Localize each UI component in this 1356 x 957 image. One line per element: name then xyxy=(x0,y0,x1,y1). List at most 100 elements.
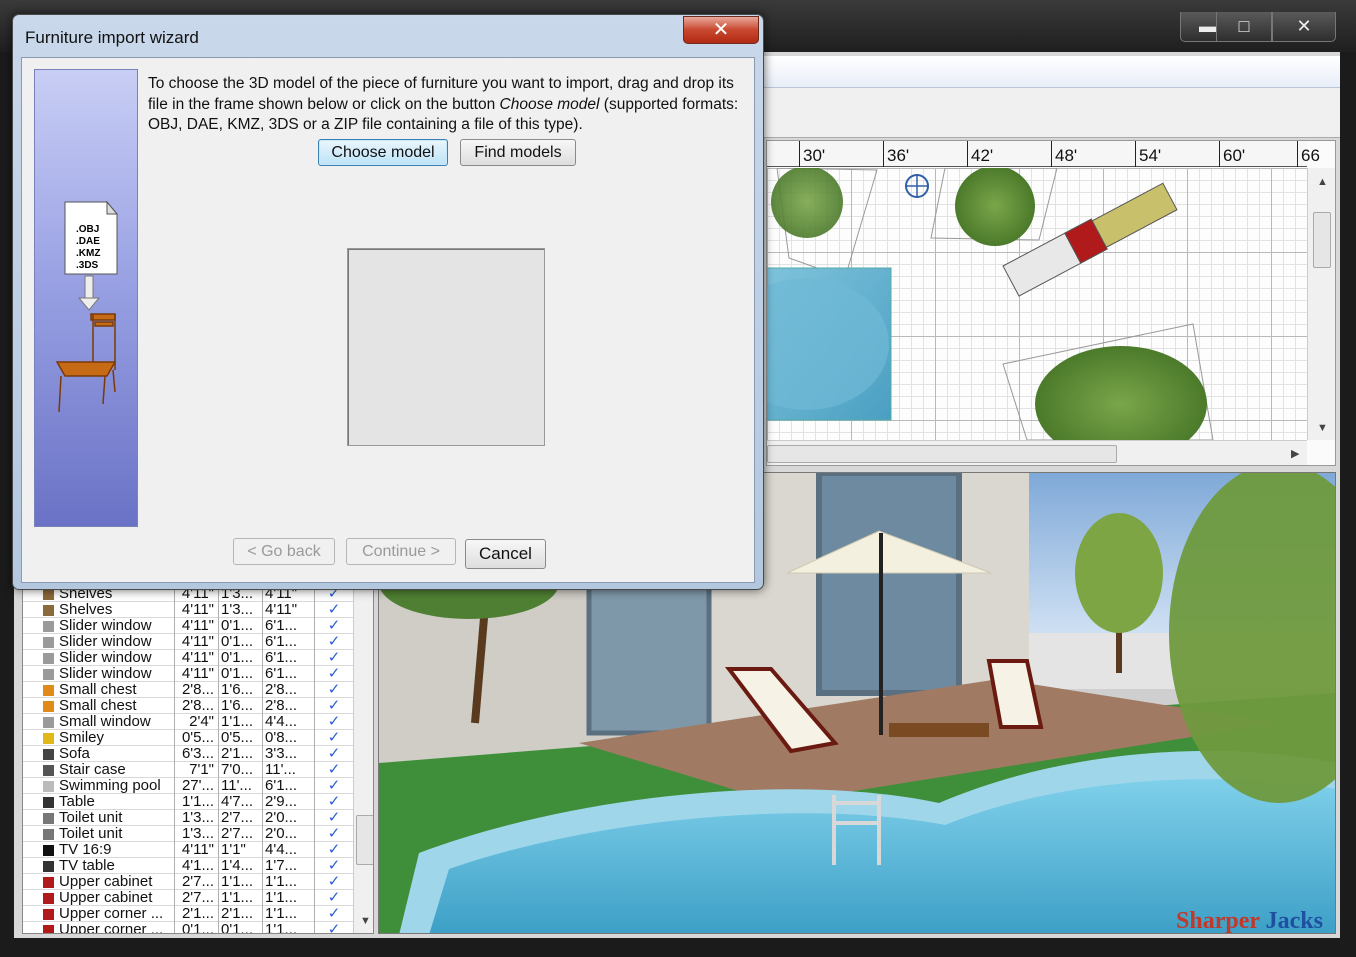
furniture-row[interactable]: Swimming pool 27'... 11'... 6'1... ✓ xyxy=(23,778,353,794)
furniture-row[interactable]: Upper cabinet 2'7... 1'1... 1'1... ✓ xyxy=(23,874,353,890)
furniture-name: Upper cabinet xyxy=(59,890,175,906)
visible-checkbox[interactable]: ✓ xyxy=(315,810,353,826)
scroll-up-icon[interactable]: ▲ xyxy=(1317,176,1328,188)
furniture-icon xyxy=(43,909,54,920)
visible-checkbox[interactable]: ✓ xyxy=(315,842,353,858)
furniture-row[interactable]: Smiley 0'5... 0'5... 0'8... ✓ xyxy=(23,730,353,746)
model-drop-frame[interactable] xyxy=(347,248,545,446)
furniture-row[interactable]: Table 1'1... 4'7... 2'9... ✓ xyxy=(23,794,353,810)
ruler-label: 48' xyxy=(1055,146,1078,165)
visible-checkbox[interactable]: ✓ xyxy=(315,602,353,618)
visible-checkbox[interactable]: ✓ xyxy=(315,858,353,874)
scroll-right-icon[interactable]: ▶ xyxy=(1291,447,1299,460)
plan-ruler: 30' 36' 42' 48' 54' 60' 66 xyxy=(767,141,1320,167)
furniture-row[interactable]: Shelves 4'11" 1'3... 4'11" ✓ xyxy=(23,589,353,602)
visible-checkbox[interactable]: ✓ xyxy=(315,714,353,730)
furniture-icon xyxy=(43,669,54,680)
furniture-row[interactable]: Small chest 2'8... 1'6... 2'8... ✓ xyxy=(23,698,353,714)
furniture-row[interactable]: Upper cabinet 2'7... 1'1... 1'1... ✓ xyxy=(23,890,353,906)
furniture-row[interactable]: Slider window 4'11" 0'1... 6'1... ✓ xyxy=(23,634,353,650)
furniture-width: 27'... xyxy=(175,778,219,794)
visible-checkbox[interactable]: ✓ xyxy=(315,746,353,762)
furniture-row[interactable]: Toilet unit 1'3... 2'7... 2'0... ✓ xyxy=(23,810,353,826)
continue-button[interactable]: Continue > xyxy=(346,538,456,565)
ruler-tick xyxy=(883,141,884,167)
plan-view[interactable]: 30' 36' 42' 48' 54' 60' 66 ▲ ▼ ▶ xyxy=(766,140,1336,466)
scroll-down-icon[interactable]: ▼ xyxy=(360,915,371,927)
furniture-icon xyxy=(43,781,54,792)
furniture-icon xyxy=(43,861,54,872)
find-models-button[interactable]: Find models xyxy=(460,139,576,166)
furniture-row[interactable]: Small chest 2'8... 1'6... 2'8... ✓ xyxy=(23,682,353,698)
furniture-depth: 2'7... xyxy=(219,810,263,826)
close-icon: ✕ xyxy=(712,19,730,41)
furniture-row[interactable]: Sofa 6'3... 2'1... 3'3... ✓ xyxy=(23,746,353,762)
furniture-width: 4'11" xyxy=(175,589,219,602)
wizard-side-image: .OBJ .DAE .KMZ .3DS xyxy=(34,69,138,527)
plan-tree-3[interactable] xyxy=(1035,346,1207,462)
app-close-button[interactable]: ✕ xyxy=(1272,12,1336,42)
visible-checkbox[interactable]: ✓ xyxy=(315,650,353,666)
furniture-width: 4'11" xyxy=(175,602,219,618)
tree-back[interactable] xyxy=(1075,513,1163,633)
house-window xyxy=(586,580,712,736)
visible-checkbox[interactable]: ✓ xyxy=(315,890,353,906)
visible-checkbox[interactable]: ✓ xyxy=(315,874,353,890)
furniture-row[interactable]: Upper corner ... 0'1... 0'1... 1'1... ✓ xyxy=(23,922,353,933)
plan-hscroll-thumb[interactable] xyxy=(767,445,1117,463)
furniture-height: 6'1... xyxy=(263,618,315,634)
visible-checkbox[interactable]: ✓ xyxy=(315,762,353,778)
visible-checkbox[interactable]: ✓ xyxy=(315,794,353,810)
visible-checkbox[interactable]: ✓ xyxy=(315,634,353,650)
ruler-tick xyxy=(1297,141,1298,167)
furniture-icon xyxy=(43,925,54,933)
visible-checkbox[interactable]: ✓ xyxy=(315,682,353,698)
maximize-button[interactable]: □ xyxy=(1216,12,1272,42)
visible-checkbox[interactable]: ✓ xyxy=(315,922,353,933)
furniture-row[interactable]: Shelves 4'11" 1'3... 4'11" ✓ xyxy=(23,602,353,618)
furniture-row[interactable]: Slider window 4'11" 0'1... 6'1... ✓ xyxy=(23,618,353,634)
plan-horizontal-scrollbar[interactable]: ▶ xyxy=(767,440,1307,465)
visible-checkbox[interactable]: ✓ xyxy=(315,589,353,602)
visible-checkbox[interactable]: ✓ xyxy=(315,778,353,794)
furniture-row[interactable]: Slider window 4'11" 0'1... 6'1... ✓ xyxy=(23,650,353,666)
list-vertical-scrollbar[interactable]: ▼ xyxy=(353,589,373,933)
plan-grid[interactable] xyxy=(767,166,1307,462)
furniture-row[interactable]: Small window 2'4" 1'1... 4'4... ✓ xyxy=(23,714,353,730)
choose-model-button[interactable]: Choose model xyxy=(318,139,448,166)
scroll-down-icon[interactable]: ▼ xyxy=(1317,422,1328,434)
plan-vertical-scrollbar[interactable]: ▲ ▼ xyxy=(1307,168,1335,440)
furniture-name: Upper cabinet xyxy=(59,874,175,890)
furniture-row[interactable]: Toilet unit 1'3... 2'7... 2'0... ✓ xyxy=(23,826,353,842)
visible-checkbox[interactable]: ✓ xyxy=(315,618,353,634)
furniture-row[interactable]: Slider window 4'11" 0'1... 6'1... ✓ xyxy=(23,666,353,682)
dialog-close-button[interactable]: ✕ xyxy=(683,16,759,44)
list-vscroll-thumb[interactable] xyxy=(356,815,373,865)
furniture-row[interactable]: TV 16:9 4'11" 1'1" 4'4... ✓ xyxy=(23,842,353,858)
furniture-name: Shelves xyxy=(59,602,175,618)
furniture-icon xyxy=(43,685,54,696)
visible-checkbox[interactable]: ✓ xyxy=(315,666,353,682)
furniture-icon xyxy=(43,829,54,840)
compass-icon[interactable] xyxy=(905,174,929,198)
go-back-button[interactable]: < Go back xyxy=(233,538,335,565)
visible-checkbox[interactable]: ✓ xyxy=(315,826,353,842)
file-format-kmz: .KMZ xyxy=(76,248,100,259)
furniture-row[interactable]: Upper corner ... 2'1... 2'1... 1'1... ✓ xyxy=(23,906,353,922)
visible-checkbox[interactable]: ✓ xyxy=(315,730,353,746)
plan-vscroll-thumb[interactable] xyxy=(1313,212,1331,268)
furniture-row[interactable]: TV table 4'1... 1'4... 1'7... ✓ xyxy=(23,858,353,874)
visible-checkbox[interactable]: ✓ xyxy=(315,906,353,922)
furniture-row[interactable]: Stair case 7'1" 7'0... 11'... ✓ xyxy=(23,762,353,778)
furniture-height: 6'1... xyxy=(263,666,315,682)
furniture-height: 6'1... xyxy=(263,778,315,794)
garden-table[interactable] xyxy=(889,723,989,737)
furniture-name: Shelves xyxy=(59,589,175,602)
cancel-button[interactable]: Cancel xyxy=(465,539,546,569)
plan-drawing xyxy=(767,166,1214,462)
plan-tree[interactable] xyxy=(771,166,843,238)
visible-checkbox[interactable]: ✓ xyxy=(315,698,353,714)
furniture-list[interactable]: Shelves 4'11" 1'3... 4'11" ✓ Shelves 4'11" 1'3.… xyxy=(22,588,374,934)
plan-tree-2[interactable] xyxy=(955,166,1035,246)
furniture-height: 2'9... xyxy=(263,794,315,810)
